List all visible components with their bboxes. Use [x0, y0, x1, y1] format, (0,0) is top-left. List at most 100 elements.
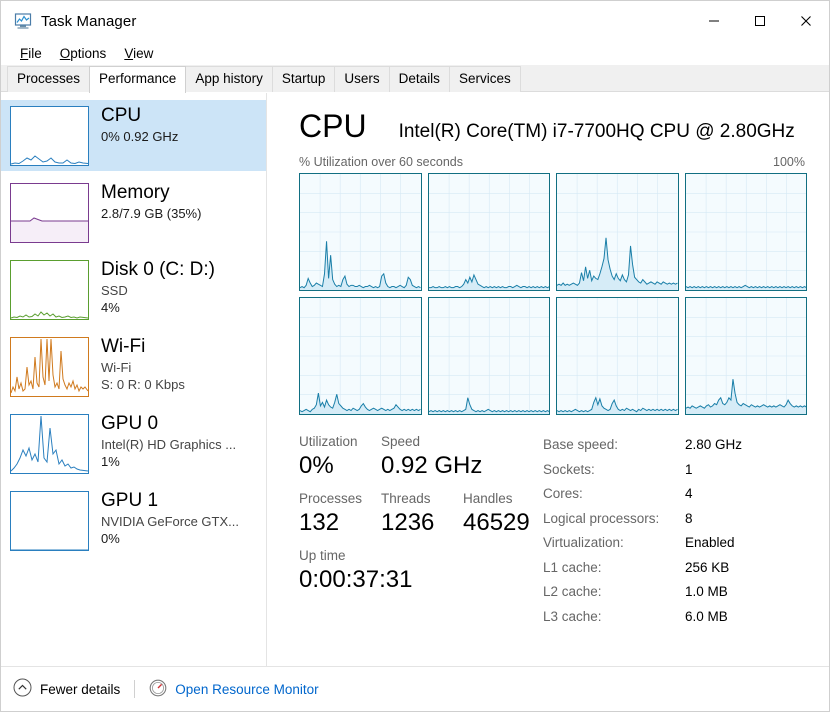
sidebar-item-label-gpu0: GPU 0: [101, 413, 159, 434]
tab-startup[interactable]: Startup: [271, 66, 336, 92]
menu-options[interactable]: Options: [51, 44, 116, 63]
stat-processes-value: 132: [299, 509, 340, 536]
graph-caption-left: % Utilization over 60 seconds: [299, 155, 463, 169]
content-area: CPU 0% 0.92 GHz Memory 2.8/7.9 GB (35%): [1, 93, 829, 666]
stat-speed-value: 0.92 GHz: [381, 452, 483, 479]
resource-sidebar: CPU 0% 0.92 GHz Memory 2.8/7.9 GB (35%): [1, 93, 267, 666]
menu-bar: File Options View: [1, 41, 829, 65]
statistics-area: Utilization 0% Speed 0.92 GHz Processes …: [299, 433, 807, 666]
maximize-button[interactable]: [737, 1, 783, 41]
minimize-button[interactable]: [691, 1, 737, 41]
graph-caption-right: 100%: [773, 155, 805, 169]
page-title: CPU: [299, 108, 367, 144]
spec-virtualization: Virtualization: Enabled: [543, 531, 807, 556]
spec-sockets: Sockets: 1: [543, 458, 807, 483]
sidebar-wifi-throughput: S: 0 R: 0 Kbps: [101, 377, 185, 392]
stat-speed: Speed 0.92 GHz: [381, 433, 482, 481]
menu-file-rest: ile: [28, 45, 42, 61]
cpu-core-graph-6[interactable]: [556, 297, 679, 415]
sidebar-item-cpu[interactable]: CPU 0% 0.92 GHz: [1, 100, 266, 171]
stat-uptime: Up time 0:00:37:31: [299, 547, 412, 595]
sidebar-gpu0-model: Intel(R) HD Graphics ...: [101, 437, 237, 452]
sidebar-item-label-memory: Memory: [101, 182, 170, 203]
tab-services[interactable]: Services: [448, 66, 521, 92]
stat-threads: Threads 1236: [381, 490, 463, 538]
primary-stats: Utilization 0% Speed 0.92 GHz Processes …: [299, 433, 539, 666]
stat-uptime-label: Up time: [299, 548, 346, 563]
stat-handles: Handles 46529: [463, 490, 530, 538]
spec-l2-cache: L2 cache: 1.0 MB: [543, 580, 807, 605]
fewer-details-button[interactable]: Fewer details: [13, 678, 120, 700]
disk-thumbnail-graph: [10, 260, 89, 320]
window-controls: [691, 1, 829, 41]
tab-processes[interactable]: Processes: [7, 66, 91, 92]
open-resource-monitor-link[interactable]: Open Resource Monitor: [149, 679, 319, 700]
resource-monitor-icon: [149, 679, 167, 700]
sidebar-disk-stat: 4%: [101, 300, 120, 315]
tab-details[interactable]: Details: [388, 66, 450, 92]
spec-cores-value: 4: [685, 486, 693, 501]
panel-header: CPU Intel(R) Core(TM) i7-7700HQ CPU @ 2.…: [299, 107, 807, 145]
spec-l1-cache: L1 cache: 256 KB: [543, 556, 807, 581]
stat-row-processes-threads-handles: Processes 132 Threads 1236 Handles 46529: [299, 490, 539, 538]
spec-logical-processors-value: 8: [685, 510, 693, 526]
cpu-core-graph-0[interactable]: [299, 173, 422, 291]
stat-row-utilization-speed: Utilization 0% Speed 0.92 GHz: [299, 433, 539, 481]
tab-performance[interactable]: Performance: [89, 66, 187, 93]
spec-sockets-label: Sockets:: [543, 461, 595, 477]
menu-options-rest: ptions: [70, 45, 107, 61]
tab-app-history[interactable]: App history: [185, 66, 273, 92]
spec-l2-cache-label: L2 cache:: [543, 584, 602, 599]
chevron-up-circle-icon: [13, 678, 32, 700]
spec-sockets-value: 1: [685, 461, 693, 477]
sidebar-item-label-disk0: Disk 0 (C: D:): [101, 259, 215, 280]
sidebar-item-label-cpu: CPU: [101, 105, 142, 126]
cpu-core-graph-3[interactable]: [684, 173, 807, 291]
sidebar-item-gpu0[interactable]: GPU 0 Intel(R) HD Graphics ... 1%: [1, 408, 266, 479]
cpu-specs: Base speed: 2.80 GHz Sockets: 1 Cores: 4…: [539, 433, 807, 666]
sidebar-gpu1-model: NVIDIA GeForce GTX...: [101, 514, 239, 529]
sidebar-gpu0-stat: 1%: [101, 454, 120, 469]
spec-base-speed: Base speed: 2.80 GHz: [543, 433, 807, 458]
graph-caption: % Utilization over 60 seconds 100%: [299, 155, 807, 169]
sidebar-cpu-texts: CPU 0% 0.92 GHz: [101, 103, 178, 145]
sidebar-memory-texts: Memory 2.8/7.9 GB (35%): [101, 180, 201, 222]
spec-base-speed-label: Base speed:: [543, 437, 619, 452]
tab-users[interactable]: Users: [334, 66, 390, 92]
task-manager-window: Task Manager File Options View Processes…: [0, 0, 830, 712]
sidebar-gpu1-texts: GPU 1 NVIDIA GeForce GTX... 0%: [101, 488, 239, 547]
cpu-core-graph-7[interactable]: [684, 297, 807, 415]
sidebar-item-wifi[interactable]: Wi-Fi Wi-Fi S: 0 R: 0 Kbps: [1, 331, 266, 402]
menu-view[interactable]: View: [115, 44, 162, 63]
spec-cores: Cores: 4: [543, 482, 807, 507]
sidebar-item-memory[interactable]: Memory 2.8/7.9 GB (35%): [1, 177, 266, 248]
stat-handles-value: 46529: [463, 509, 530, 536]
spec-cores-label: Cores:: [543, 486, 583, 501]
sidebar-item-disk0[interactable]: Disk 0 (C: D:) SSD 4%: [1, 254, 266, 325]
spec-l2-cache-value: 1.0 MB: [685, 584, 728, 599]
cpu-model-name: Intel(R) Core(TM) i7-7700HQ CPU @ 2.80GH…: [398, 121, 795, 142]
cpu-core-graph-2[interactable]: [556, 173, 679, 291]
memory-thumbnail-graph: [10, 183, 89, 243]
sidebar-wifi-adapter: Wi-Fi: [101, 360, 132, 375]
sidebar-item-gpu1[interactable]: GPU 1 NVIDIA GeForce GTX... 0%: [1, 485, 266, 556]
close-button[interactable]: [783, 1, 829, 41]
sidebar-memory-stat: 2.8/7.9 GB (35%): [101, 206, 202, 221]
menu-file[interactable]: File: [11, 44, 51, 63]
stat-threads-label: Threads: [381, 491, 431, 506]
cpu-core-graph-1[interactable]: [427, 173, 550, 291]
logical-processor-graphs: [299, 173, 807, 415]
stat-row-uptime: Up time 0:00:37:31: [299, 547, 539, 595]
spec-l3-cache-label: L3 cache:: [543, 608, 602, 624]
spec-l1-cache-label: L1 cache:: [543, 559, 602, 575]
sidebar-gpu1-stat: 0%: [101, 531, 120, 546]
wifi-thumbnail-graph: [10, 337, 89, 397]
cpu-core-graph-5[interactable]: [427, 297, 550, 415]
menu-view-rest: iew: [133, 45, 154, 61]
cpu-core-graph-4[interactable]: [299, 297, 422, 415]
stat-handles-label: Handles: [463, 491, 513, 506]
open-resource-monitor-label: Open Resource Monitor: [175, 681, 319, 697]
stat-threads-value: 1236: [381, 509, 435, 536]
sidebar-disk-texts: Disk 0 (C: D:) SSD 4%: [101, 257, 215, 316]
task-manager-icon: [13, 11, 33, 31]
